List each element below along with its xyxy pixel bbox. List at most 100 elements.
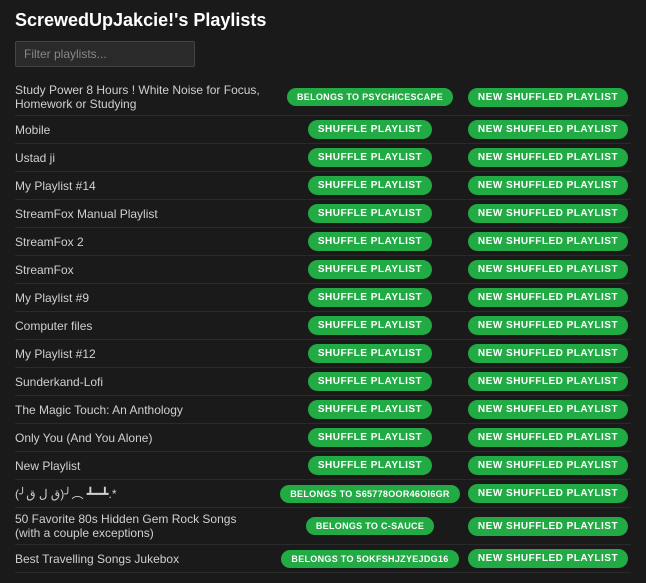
action2-col: NEW SHUFFLED PLAYLIST — [465, 288, 631, 307]
action2-col: NEW SHUFFLED PLAYLIST — [465, 400, 631, 419]
action1-col: SHUFFLE PLAYLIST — [275, 428, 465, 447]
playlist-row: Sunderkand-Lofi SHUFFLE PLAYLIST NEW SHUFF… — [15, 368, 631, 396]
new-shuffled-playlist-button[interactable]: NEW SHUFFLED PLAYLIST — [468, 232, 628, 251]
action1-col: SHUFFLE PLAYLIST — [275, 204, 465, 223]
playlist-name: (╯ق ل ق)╯︵ ┻━┻.* — [15, 485, 275, 502]
action1-col: BELONGS TO 5OKFSHJZYEJDG16 — [275, 550, 465, 568]
playlist-row: The Magic Touch: An AnthologySHUFFLE PLA… — [15, 396, 631, 424]
action2-col: NEW SHUFFLED PLAYLIST — [465, 120, 631, 139]
action2-col: NEW SHUFFLED PLAYLIST — [465, 517, 631, 536]
new-shuffled-playlist-button[interactable]: NEW SHUFFLED PLAYLIST — [468, 428, 628, 447]
playlist-row: Computer files SHUFFLE PLAYLIST NEW SHUFFL… — [15, 312, 631, 340]
action2-col: NEW SHUFFLED PLAYLIST — [465, 428, 631, 447]
playlist-name: 50 Favorite 80s Hidden Gem Rock Songs (w… — [15, 512, 275, 540]
shuffle-playlist-button[interactable]: SHUFFLE PLAYLIST — [308, 428, 432, 447]
new-shuffled-playlist-button[interactable]: NEW SHUFFLED PLAYLIST — [468, 372, 628, 391]
new-shuffled-playlist-button[interactable]: NEW SHUFFLED PLAYLIST — [468, 260, 628, 279]
shuffle-playlist-button[interactable]: SHUFFLE PLAYLIST — [308, 372, 432, 391]
playlist-row: Study Power 8 Hours ! White Noise for Fo… — [15, 79, 631, 116]
action2-col: NEW SHUFFLED PLAYLIST — [465, 484, 631, 503]
new-shuffled-playlist-button[interactable]: NEW SHUFFLED PLAYLIST — [468, 288, 628, 307]
playlist-row: My Playlist #9 SHUFFLE PLAYLIST NEW SHUFFL… — [15, 284, 631, 312]
shuffle-playlist-button[interactable]: SHUFFLE PLAYLIST — [308, 456, 432, 475]
action2-col: NEW SHUFFLED PLAYLIST — [465, 316, 631, 335]
playlist-name: Only You (And You Alone) — [15, 431, 275, 445]
action1-col: SHUFFLE PLAYLIST — [275, 176, 465, 195]
shuffle-playlist-button[interactable]: SHUFFLE PLAYLIST — [308, 176, 432, 195]
belongs-to-button[interactable]: BELONGS TO 5OKFSHJZYEJDG16 — [281, 550, 458, 568]
new-shuffled-playlist-button[interactable]: NEW SHUFFLED PLAYLIST — [468, 549, 628, 568]
new-shuffled-playlist-button[interactable]: NEW SHUFFLED PLAYLIST — [468, 316, 628, 335]
action1-col: BELONGS TO PSYCHICESCAPE — [275, 88, 465, 106]
playlist-name: StreamFox 2 — [15, 235, 275, 249]
playlist-row: StreamFox Manual Playlist SHUFFLE PLAYLIS… — [15, 200, 631, 228]
action1-col: SHUFFLE PLAYLIST — [275, 120, 465, 139]
shuffle-playlist-button[interactable]: SHUFFLE PLAYLIST — [308, 148, 432, 167]
playlist-row: New Playlist SHUFFLE PLAYLIST NEW SHUFFLED… — [15, 452, 631, 480]
playlist-name: New Playlist — [15, 459, 275, 473]
shuffle-playlist-button[interactable]: SHUFFLE PLAYLIST — [308, 204, 432, 223]
playlist-list: Study Power 8 Hours ! White Noise for Fo… — [15, 79, 631, 573]
new-shuffled-playlist-button[interactable]: NEW SHUFFLED PLAYLIST — [468, 88, 628, 107]
new-shuffled-playlist-button[interactable]: NEW SHUFFLED PLAYLIST — [468, 148, 628, 167]
new-shuffled-playlist-button[interactable]: NEW SHUFFLED PLAYLIST — [468, 120, 628, 139]
new-shuffled-playlist-button[interactable]: NEW SHUFFLED PLAYLIST — [468, 517, 628, 536]
action2-col: NEW SHUFFLED PLAYLIST — [465, 204, 631, 223]
action2-col: NEW SHUFFLED PLAYLIST — [465, 372, 631, 391]
playlist-name: My Playlist #12 — [15, 347, 275, 361]
action1-col: SHUFFLE PLAYLIST — [275, 260, 465, 279]
playlist-name: Study Power 8 Hours ! White Noise for Fo… — [15, 83, 275, 111]
action1-col: SHUFFLE PLAYLIST — [275, 232, 465, 251]
playlist-row: 50 Favorite 80s Hidden Gem Rock Songs (w… — [15, 508, 631, 545]
playlist-row: StreamFox 2 SHUFFLE PLAYLIST NEW SHUFFLED … — [15, 228, 631, 256]
page-title: ScrewedUpJakcie!'s Playlists — [15, 10, 631, 31]
playlist-row: StreamFox SHUFFLE PLAYLIST NEW SHUFFLED PL… — [15, 256, 631, 284]
shuffle-playlist-button[interactable]: SHUFFLE PLAYLIST — [308, 400, 432, 419]
playlist-row: Ustad ji SHUFFLE PLAYLIST NEW SHUFFLED PLA… — [15, 144, 631, 172]
shuffle-playlist-button[interactable]: SHUFFLE PLAYLIST — [308, 232, 432, 251]
action2-col: NEW SHUFFLED PLAYLIST — [465, 148, 631, 167]
playlist-name: Mobile — [15, 123, 275, 137]
new-shuffled-playlist-button[interactable]: NEW SHUFFLED PLAYLIST — [468, 484, 628, 503]
new-shuffled-playlist-button[interactable]: NEW SHUFFLED PLAYLIST — [468, 456, 628, 475]
shuffle-playlist-button[interactable]: SHUFFLE PLAYLIST — [308, 344, 432, 363]
shuffle-playlist-button[interactable]: SHUFFLE PLAYLIST — [308, 260, 432, 279]
new-shuffled-playlist-button[interactable]: NEW SHUFFLED PLAYLIST — [468, 344, 628, 363]
playlist-row: Only You (And You Alone) SHUFFLE PLAYLIST… — [15, 424, 631, 452]
search-input[interactable] — [15, 41, 195, 67]
belongs-to-button[interactable]: BELONGS TO C-SAUCE — [306, 517, 434, 535]
new-shuffled-playlist-button[interactable]: NEW SHUFFLED PLAYLIST — [468, 204, 628, 223]
new-shuffled-playlist-button[interactable]: NEW SHUFFLED PLAYLIST — [468, 176, 628, 195]
new-shuffled-playlist-button[interactable]: NEW SHUFFLED PLAYLIST — [468, 400, 628, 419]
action1-col: SHUFFLE PLAYLIST — [275, 316, 465, 335]
shuffle-playlist-button[interactable]: SHUFFLE PLAYLIST — [308, 288, 432, 307]
action2-col: NEW SHUFFLED PLAYLIST — [465, 549, 631, 568]
playlist-name: Ustad ji — [15, 151, 275, 165]
action1-col: SHUFFLE PLAYLIST — [275, 148, 465, 167]
action2-col: NEW SHUFFLED PLAYLIST — [465, 232, 631, 251]
playlist-row: Best Travelling Songs JukeboxBELONGS TO … — [15, 545, 631, 573]
playlist-name: Computer files — [15, 319, 275, 333]
playlist-name: StreamFox Manual Playlist — [15, 207, 275, 221]
action2-col: NEW SHUFFLED PLAYLIST — [465, 176, 631, 195]
action2-col: NEW SHUFFLED PLAYLIST — [465, 260, 631, 279]
action2-col: NEW SHUFFLED PLAYLIST — [465, 88, 631, 107]
action1-col: BELONGS TO C-SAUCE — [275, 517, 465, 535]
action2-col: NEW SHUFFLED PLAYLIST — [465, 456, 631, 475]
playlist-name: Sunderkand-Lofi — [15, 375, 275, 389]
playlist-name: My Playlist #14 — [15, 179, 275, 193]
main-container: ScrewedUpJakcie!'s Playlists Study Power… — [0, 0, 646, 583]
playlist-name: StreamFox — [15, 263, 275, 277]
action1-col: SHUFFLE PLAYLIST — [275, 344, 465, 363]
playlist-row: Mobile SHUFFLE PLAYLIST NEW SHUFFLED PLAYL… — [15, 116, 631, 144]
action1-col: SHUFFLE PLAYLIST — [275, 288, 465, 307]
belongs-to-button[interactable]: BELONGS TO PSYCHICESCAPE — [287, 88, 453, 106]
action2-col: NEW SHUFFLED PLAYLIST — [465, 344, 631, 363]
playlist-row: (╯ق ل ق)╯︵ ┻━┻.*BELONGS TO S65778OOR46OI… — [15, 480, 631, 508]
shuffle-playlist-button[interactable]: SHUFFLE PLAYLIST — [308, 120, 432, 139]
shuffle-playlist-button[interactable]: SHUFFLE PLAYLIST — [308, 316, 432, 335]
playlist-name: My Playlist #9 — [15, 291, 275, 305]
action1-col: SHUFFLE PLAYLIST — [275, 372, 465, 391]
playlist-row: My Playlist #12 SHUFFLE PLAYLIST NEW SHUFF… — [15, 340, 631, 368]
action1-col: SHUFFLE PLAYLIST — [275, 400, 465, 419]
